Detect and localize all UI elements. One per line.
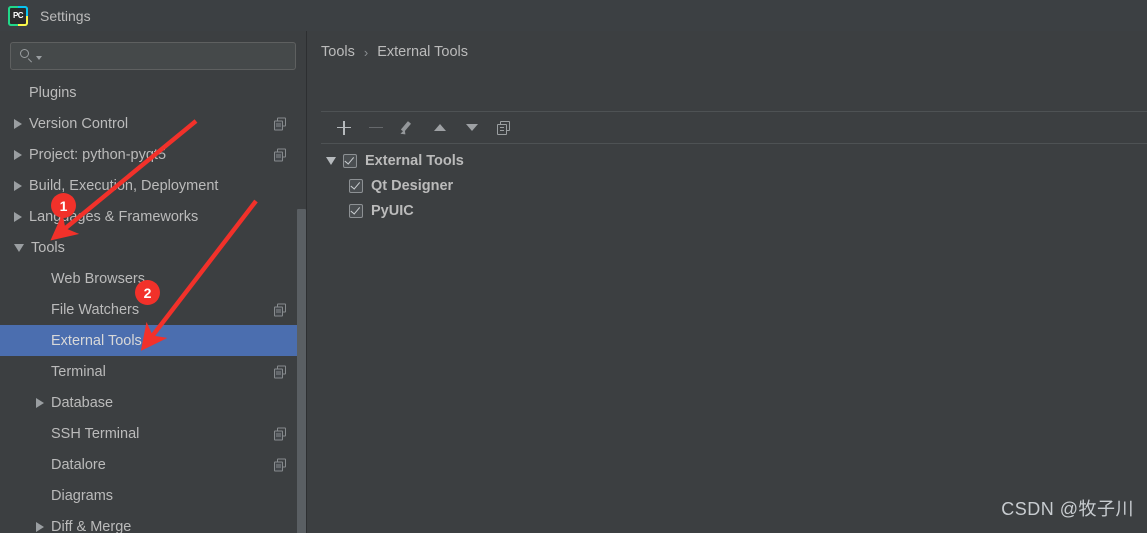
copy-icon xyxy=(274,427,287,440)
sidebar-item-label: Languages & Frameworks xyxy=(29,208,199,225)
settings-content-pane: Tools › External Tools External Tools Qt… xyxy=(306,31,1147,533)
plus-icon xyxy=(337,120,351,135)
chevron-right-icon[interactable] xyxy=(14,180,22,191)
settings-category-tree: Plugins Version Control Project: python-py… xyxy=(0,77,306,533)
sidebar-item-ssh-terminal[interactable]: SSH Terminal xyxy=(0,418,306,449)
sidebar-item-label: Datalore xyxy=(51,456,106,473)
sidebar-item-label: Version Control xyxy=(29,115,129,132)
search-input[interactable] xyxy=(42,48,295,64)
tool-tree-label: External Tools xyxy=(365,152,464,169)
copy-icon xyxy=(274,148,287,161)
sidebar-item-database[interactable]: Database xyxy=(0,387,306,418)
add-button[interactable] xyxy=(329,115,359,141)
check-icon xyxy=(350,179,360,190)
sidebar-item-label: Diagrams xyxy=(51,487,114,504)
breadcrumb-root[interactable]: Tools xyxy=(321,44,355,60)
remove-button[interactable] xyxy=(361,115,391,141)
chevron-right-icon[interactable] xyxy=(36,397,44,408)
pencil-icon xyxy=(400,120,416,137)
window-title: Settings xyxy=(40,7,91,24)
sidebar-item-plugins[interactable]: Plugins xyxy=(0,77,306,108)
sidebar-item-label: Plugins xyxy=(29,84,77,101)
sidebar-item-tools[interactable]: Tools xyxy=(0,232,306,263)
sidebar-item-label: Tools xyxy=(31,239,65,256)
sidebar-item-version-control[interactable]: Version Control xyxy=(0,108,306,139)
sidebar-item-web-browsers[interactable]: Web Browsers xyxy=(0,263,306,294)
breadcrumb-current: External Tools xyxy=(377,44,469,60)
edit-button[interactable] xyxy=(393,115,423,141)
copy-button[interactable] xyxy=(489,115,519,141)
external-tools-tree: External Tools Qt Designer PyUIC xyxy=(321,144,1147,223)
sidebar-item-datalore[interactable]: Datalore xyxy=(0,449,306,480)
sidebar-item-terminal[interactable]: Terminal xyxy=(0,356,306,387)
check-icon xyxy=(344,154,354,165)
tool-tree-row[interactable]: External Tools xyxy=(321,148,1147,173)
sidebar-item-diagrams[interactable]: Diagrams xyxy=(0,480,306,511)
copy-icon xyxy=(274,365,287,378)
checkbox[interactable] xyxy=(349,203,363,218)
sidebar-item-label: External Tools xyxy=(51,332,142,349)
sidebar-item-diff-merge[interactable]: Diff & Merge xyxy=(0,511,306,533)
sidebar-item-languages-frameworks[interactable]: Languages & Frameworks xyxy=(0,201,306,232)
tool-tree-label: Qt Designer xyxy=(371,177,454,194)
tool-tree-label: PyUIC xyxy=(371,202,414,219)
breadcrumb-separator-icon: › xyxy=(363,44,369,60)
tool-tree-row[interactable]: PyUIC xyxy=(321,198,1147,223)
move-up-button[interactable] xyxy=(425,115,455,141)
sidebar-item-build-execution-deployment[interactable]: Build, Execution, Deployment xyxy=(0,170,306,201)
sidebar-item-label: Project: python-pyqt5 xyxy=(29,146,167,163)
sidebar-item-project-python-pyqt5[interactable]: Project: python-pyqt5 xyxy=(0,139,306,170)
sidebar-item-label: SSH Terminal xyxy=(51,425,140,442)
sidebar-item-label: Database xyxy=(51,394,114,411)
sidebar-item-label: Terminal xyxy=(51,363,106,380)
sidebar-item-file-watchers[interactable]: File Watchers xyxy=(0,294,306,325)
search-box[interactable] xyxy=(10,42,296,70)
chevron-down-icon[interactable] xyxy=(326,156,336,165)
external-tools-toolbar xyxy=(321,112,1147,144)
search-container xyxy=(10,42,296,70)
chevron-right-icon[interactable] xyxy=(14,118,22,129)
settings-sidebar: Plugins Version Control Project: python-py… xyxy=(0,31,306,533)
search-icon xyxy=(19,48,35,64)
chevron-right-icon[interactable] xyxy=(36,521,44,532)
arrow-up-icon xyxy=(434,124,446,131)
pycharm-logo-text: PC xyxy=(10,7,26,24)
pycharm-logo-icon: PC xyxy=(8,5,28,26)
copy-icon xyxy=(274,458,287,471)
checkbox[interactable] xyxy=(343,153,357,168)
sidebar-item-label: Build, Execution, Deployment xyxy=(29,177,219,194)
title-bar: PC Settings xyxy=(0,0,1147,31)
move-down-button[interactable] xyxy=(457,115,487,141)
minus-icon xyxy=(369,121,383,135)
chevron-right-icon[interactable] xyxy=(14,211,22,222)
copy-icon xyxy=(274,117,287,130)
sidebar-item-label: Diff & Merge xyxy=(51,518,132,533)
sidebar-item-label: File Watchers xyxy=(51,301,140,318)
sidebar-item-external-tools[interactable]: External Tools xyxy=(0,325,306,356)
sidebar-item-label: Web Browsers xyxy=(51,270,146,287)
copy-icon xyxy=(274,303,287,316)
arrow-down-icon xyxy=(466,124,478,131)
copy-icon xyxy=(497,120,511,135)
chevron-down-icon[interactable] xyxy=(14,243,24,252)
settings-window: PC Settings Plugins Version Control Projec… xyxy=(0,0,1147,533)
check-icon xyxy=(350,204,360,215)
tool-tree-row[interactable]: Qt Designer xyxy=(321,173,1147,198)
chevron-right-icon[interactable] xyxy=(14,149,22,160)
breadcrumb: Tools › External Tools xyxy=(321,44,468,60)
external-tools-panel: External Tools Qt Designer PyUIC xyxy=(321,111,1147,533)
sidebar-scrollbar-thumb[interactable] xyxy=(297,209,306,533)
checkbox[interactable] xyxy=(349,178,363,193)
